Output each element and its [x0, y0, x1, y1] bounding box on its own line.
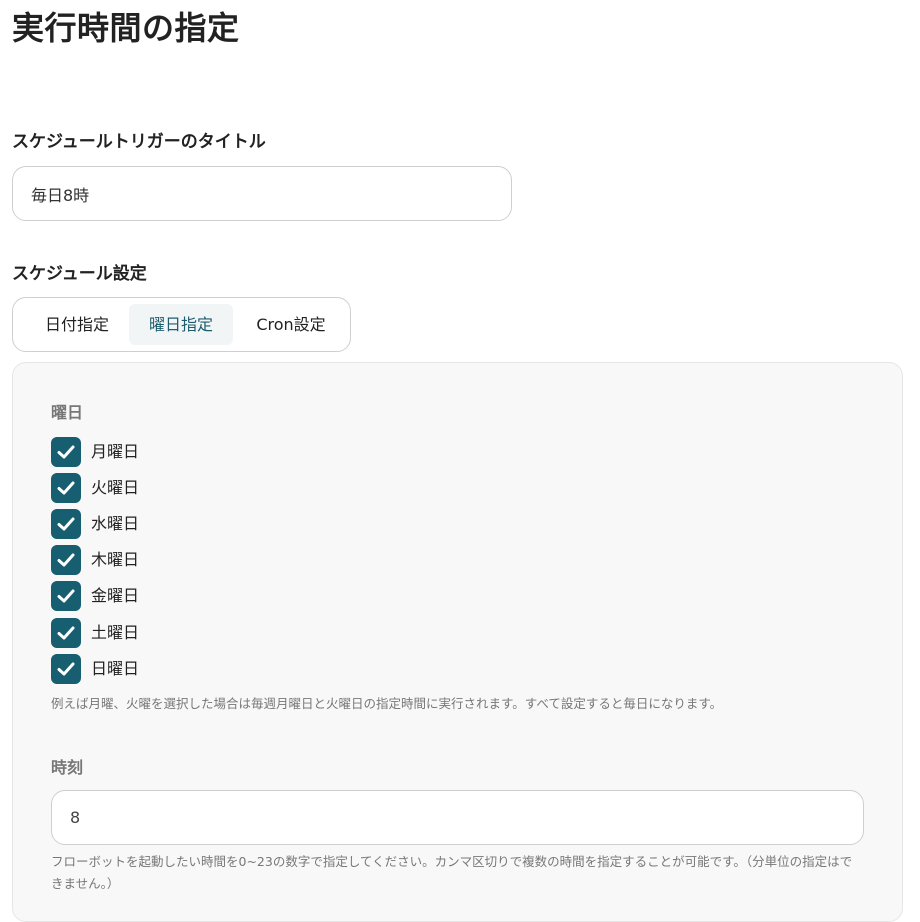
checkbox-checked-icon[interactable]: [51, 437, 81, 467]
page-title: 実行時間の指定: [12, 9, 240, 47]
checkbox-label: 日曜日: [91, 659, 140, 678]
tab-date[interactable]: 日付指定: [25, 304, 129, 345]
checkbox-checked-icon[interactable]: [51, 654, 81, 684]
checkbox-checked-icon[interactable]: [51, 545, 81, 575]
time-input[interactable]: [51, 790, 864, 845]
checkbox-checked-icon[interactable]: [51, 509, 81, 539]
checkbox-label: 月曜日: [91, 442, 140, 461]
checkbox-checked-icon[interactable]: [51, 473, 81, 503]
checkbox-checked-icon[interactable]: [51, 581, 81, 611]
weekday-label: 曜日: [51, 403, 84, 422]
schedule-settings-label: スケジュール設定: [12, 264, 147, 284]
time-label: 時刻: [51, 758, 84, 777]
weekday-help-text: 例えば月曜、火曜を選択した場合は毎週月曜日と火曜日の指定時間に実行されます。すべ…: [51, 696, 723, 711]
checkbox-label: 木曜日: [91, 550, 140, 569]
trigger-title-input[interactable]: [12, 166, 512, 221]
schedule-type-tabs: 日付指定 曜日指定 Cron設定: [12, 297, 351, 352]
checkbox-label: 金曜日: [91, 586, 140, 605]
checkbox-label: 土曜日: [91, 623, 140, 642]
tab-weekday[interactable]: 曜日指定: [129, 304, 233, 345]
checkbox-label: 火曜日: [91, 478, 140, 497]
time-help-text: フローボットを起動したい時間を0~23の数字で指定してください。カンマ区切りで複…: [51, 854, 853, 891]
trigger-title-label: スケジュールトリガーのタイトル: [12, 132, 266, 152]
tab-cron[interactable]: Cron設定: [241, 304, 341, 345]
checkbox-checked-icon[interactable]: [51, 618, 81, 648]
checkbox-label: 水曜日: [91, 514, 140, 533]
